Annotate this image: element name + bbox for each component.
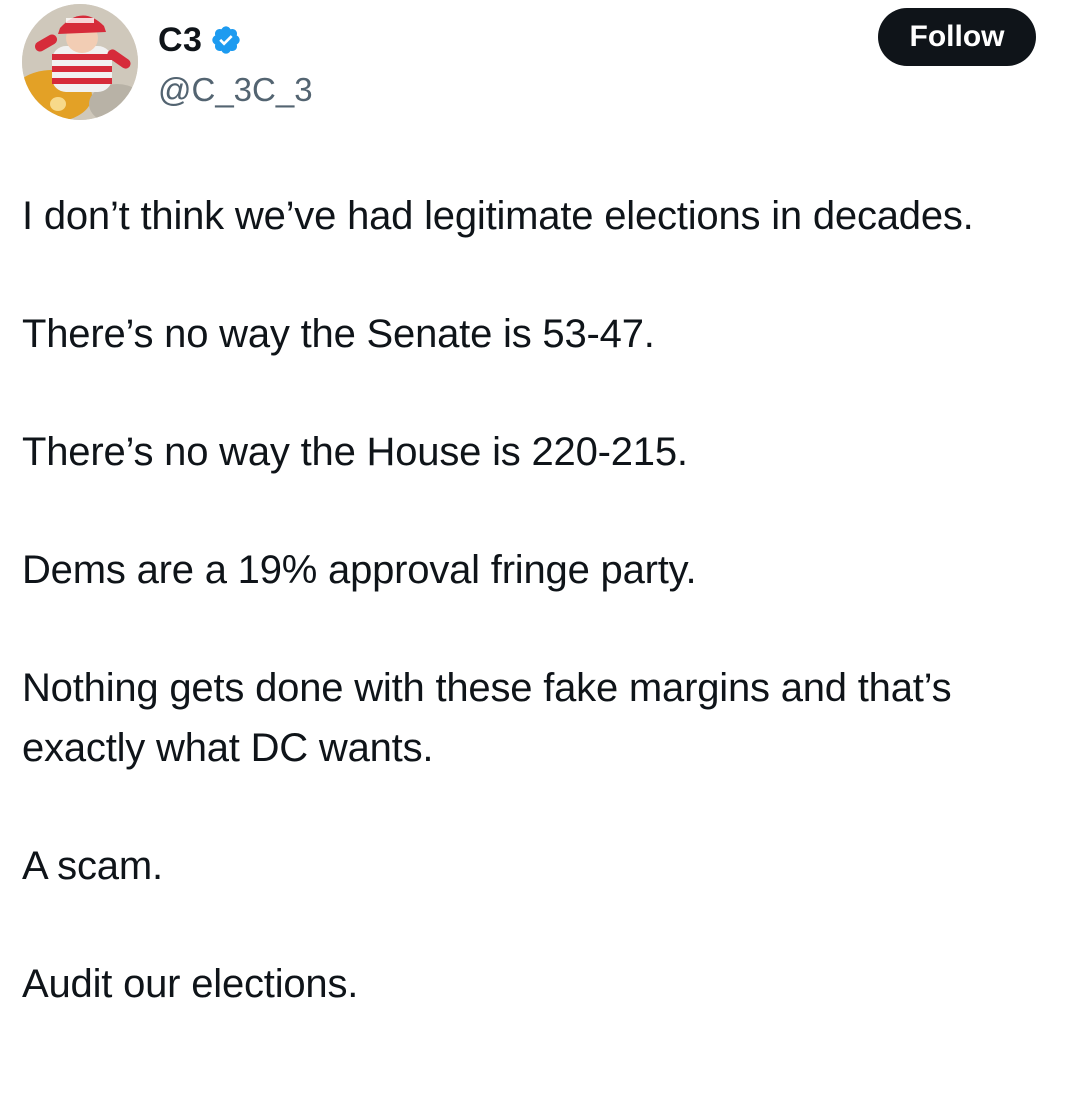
avatar-image: [22, 4, 138, 120]
follow-button[interactable]: Follow: [878, 8, 1036, 66]
tweet-paragraph: Dems are a 19% approval fringe party.: [22, 548, 697, 592]
tweet-paragraph: There’s no way the Senate is 53-47.: [22, 312, 655, 356]
tweet-paragraph: Audit our elections.: [22, 962, 359, 1006]
tweet-paragraph: There’s no way the House is 220-215.: [22, 430, 688, 474]
display-name[interactable]: C3: [158, 18, 202, 62]
tweet-paragraph: Nothing gets done with these fake margin…: [22, 666, 952, 770]
avatar[interactable]: [22, 4, 138, 120]
tweet-header: C3 @C_3C_3 Follow: [22, 4, 1042, 124]
user-handle[interactable]: @C_3C_3: [158, 68, 313, 112]
verified-badge-icon[interactable]: [210, 24, 242, 56]
tweet-paragraph: A scam.: [22, 844, 163, 888]
name-row: C3: [158, 18, 313, 62]
tweet-paragraph: I don’t think we’ve had legitimate elect…: [22, 194, 974, 238]
tweet-card: C3 @C_3C_3 Follow I don’t think we’ve ha…: [0, 0, 1080, 1109]
tweet-text: I don’t think we’ve had legitimate elect…: [22, 186, 1042, 1072]
user-identity: C3 @C_3C_3: [158, 18, 313, 112]
